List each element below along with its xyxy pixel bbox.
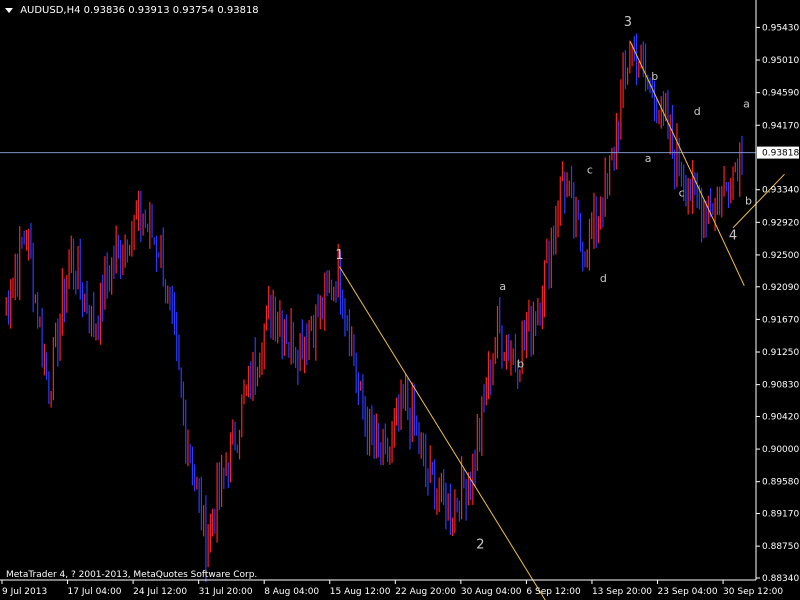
wave-label: b [651,70,658,83]
time-tick-label: 30 Sep 12:00 [723,587,783,597]
wave-label: 3 [624,15,632,30]
time-tick-label: 8 Aug 04:00 [264,587,319,597]
time-tick-label: 17 Jul 04:00 [68,587,122,597]
wave-label: a [645,152,652,165]
price-tick-label: 0.88750 [762,542,799,552]
wave-label: 1 [335,248,343,263]
wave-label: b [745,194,752,207]
dropdown-arrow-icon[interactable] [5,7,13,13]
time-tick-label: 15 Aug 12:00 [330,587,391,597]
price-tick-label: 0.93340 [762,186,799,196]
wave-label: d [600,272,607,285]
time-tick-label: 22 Aug 20:00 [395,587,456,597]
price-tick-label: 0.94170 [762,121,799,131]
wave-label: b [517,358,524,371]
time-tick-label: 24 Jul 12:00 [133,587,187,597]
wave-label: a [499,280,506,293]
price-tick-label: 0.91670 [762,315,799,325]
price-tick-label: 0.89170 [762,510,799,520]
price-tick-label: 0.92500 [762,251,799,261]
chart-header[interactable]: AUDUSD,H4 0.93836 0.93913 0.93754 0.9381… [5,5,259,16]
ohlc-high: 0.93913 [128,5,170,16]
price-tick-label: 0.94590 [762,89,799,99]
price-tick-label: 0.90420 [762,412,799,422]
price-tick-label: 0.95010 [762,56,799,66]
price-tick-label: 0.95430 [762,23,799,33]
price-tick-label: 0.90830 [762,381,799,391]
chart-background [0,0,800,600]
copyright-text: MetaTrader 4, ? 2001-2013, MetaQuotes So… [6,570,258,580]
price-tick-label: 0.89580 [762,478,799,488]
wave-label: c [587,163,593,176]
ohlc-open: 0.93836 [83,5,126,16]
time-tick-label: 6 Sep 12:00 [526,587,581,597]
price-tick-label: 0.90000 [762,445,799,455]
time-tick-label: 13 Sep 20:00 [592,587,652,597]
ohlc-low: 0.93754 [172,5,215,16]
price-tick-label: 0.88340 [762,574,799,584]
current-price-label: 0.93818 [762,149,799,159]
price-tick-label: 0.92090 [762,283,799,293]
price-tick-label: 0.91250 [762,348,799,358]
time-tick-label: 23 Sep 04:00 [658,587,718,597]
ohlc-close: 0.93818 [217,5,259,16]
wave-label: 2 [476,537,484,552]
time-tick-label: 30 Aug 04:00 [461,587,522,597]
price-chart[interactable]: 1 2 3 4 a b c d b a d c a b 0.95430 0.95010 0.94590 0.94… [0,0,800,600]
price-tick-label: 0.92920 [762,218,799,228]
wave-label: 4 [729,228,737,243]
time-tick-label: 31 Jul 20:00 [199,587,253,597]
wave-label: d [694,105,701,118]
symbol-label: AUDUSD,H4 [20,5,81,16]
time-tick-label: 9 Jul 2013 [2,587,47,597]
wave-label: c [679,187,685,200]
wave-label: a [743,97,750,110]
